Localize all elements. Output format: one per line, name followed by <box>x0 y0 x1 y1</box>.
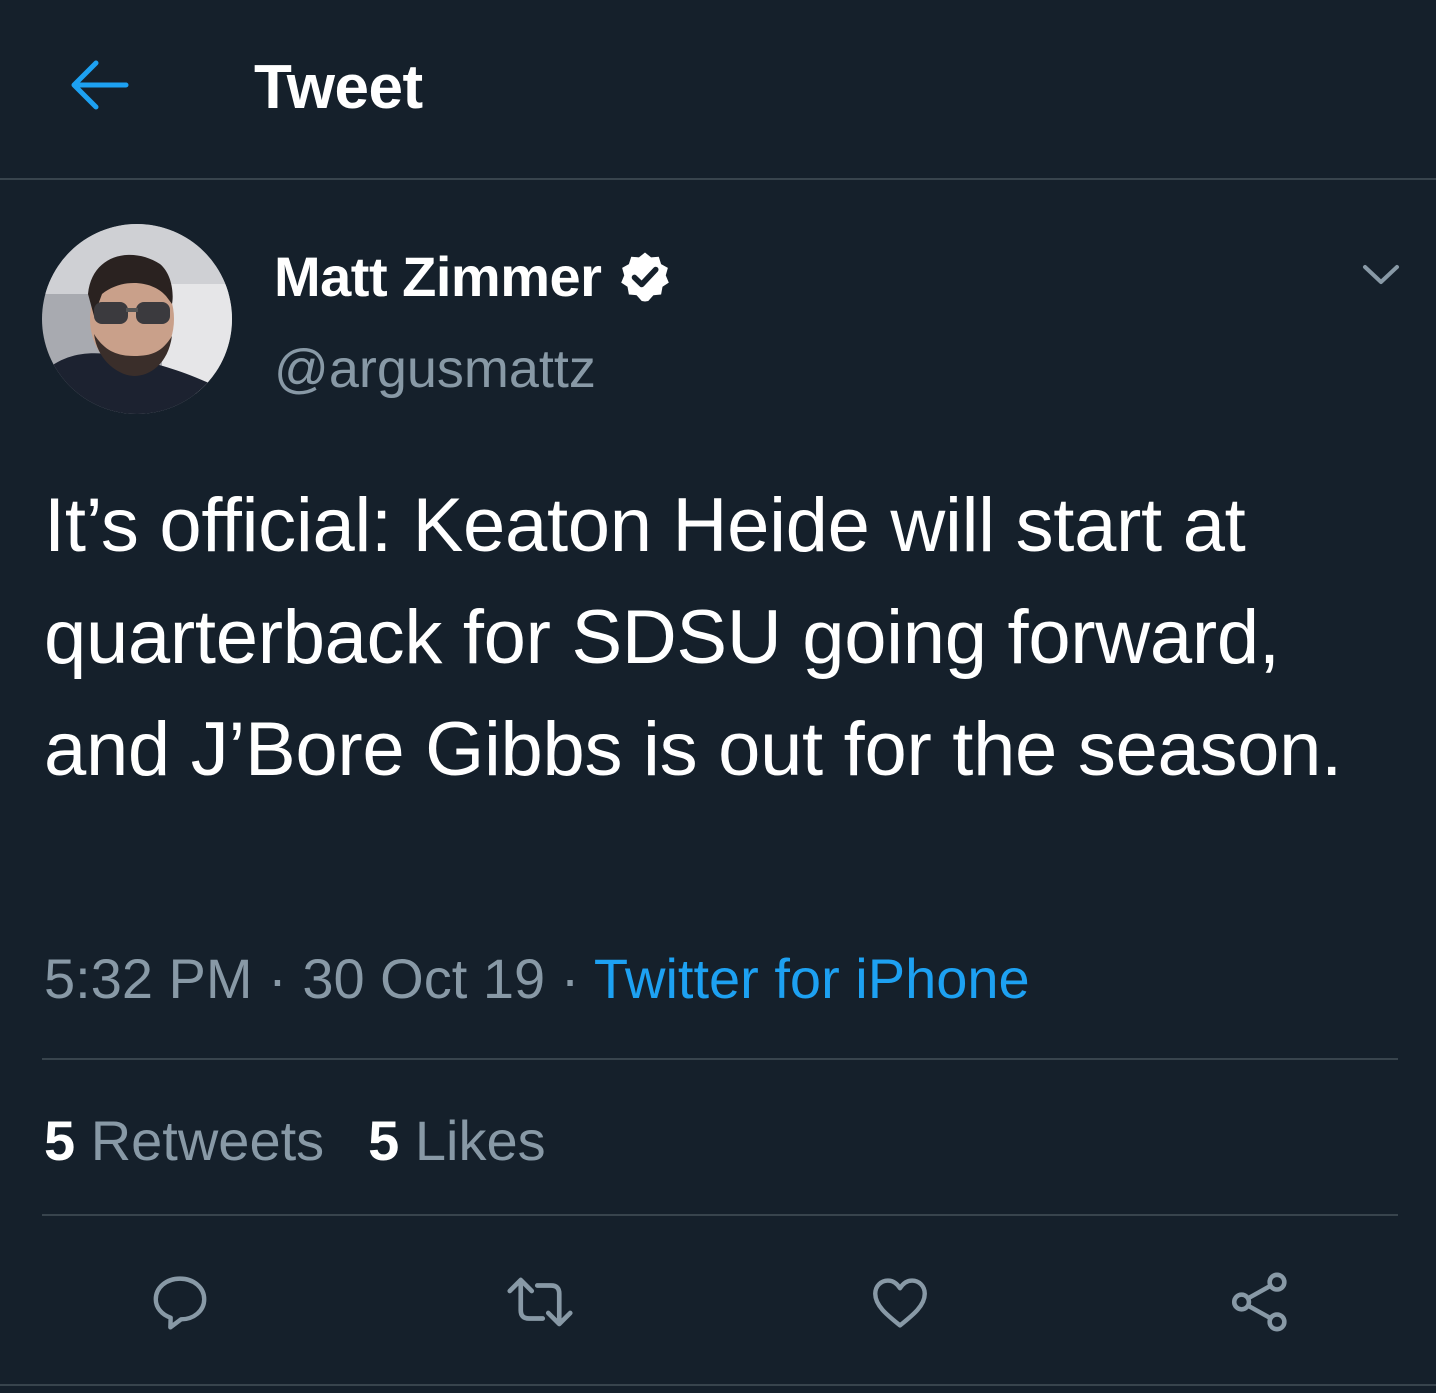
meta-separator: · <box>545 947 594 1010</box>
reply-button[interactable] <box>140 1262 220 1342</box>
tweet-source-link[interactable]: Twitter for iPhone <box>594 947 1030 1010</box>
tweet-date: 30 Oct 19 <box>302 947 546 1010</box>
divider <box>42 1058 1398 1060</box>
author-name-text: Matt Zimmer <box>274 245 602 308</box>
tweet-meta: 5:32 PM · 30 Oct 19 · Twitter for iPhone <box>44 944 1030 1014</box>
page-title: Tweet <box>254 53 423 122</box>
reply-icon <box>153 1276 207 1330</box>
avatar[interactable] <box>42 224 232 414</box>
likes-stat[interactable]: 5 Likes <box>368 1109 545 1172</box>
retweets-label: Retweets <box>90 1109 325 1172</box>
author-name[interactable]: Matt Zimmer <box>274 242 673 312</box>
chevron-down-icon <box>1363 265 1399 284</box>
more-options-button[interactable] <box>1346 250 1416 300</box>
arrow-left-icon <box>71 60 129 110</box>
retweets-count: 5 <box>44 1109 76 1172</box>
share-button[interactable] <box>1220 1262 1300 1342</box>
divider <box>42 1214 1398 1216</box>
tweet-time: 5:32 PM <box>44 947 253 1010</box>
meta-separator: · <box>252 947 303 1010</box>
author-handle[interactable]: @argusmattz <box>274 334 596 404</box>
like-button[interactable] <box>860 1262 940 1342</box>
back-button[interactable] <box>64 50 134 120</box>
likes-label: Likes <box>414 1109 546 1172</box>
likes-count: 5 <box>368 1109 400 1172</box>
retweets-stat[interactable]: 5 Retweets <box>44 1109 324 1172</box>
retweet-button[interactable] <box>500 1262 580 1342</box>
tweet-text: It’s official: Keaton Heide will start a… <box>44 483 1342 792</box>
profile-photo <box>42 224 232 414</box>
tweet-stats: 5 Retweets 5 Likes <box>44 1106 546 1176</box>
share-icon <box>1231 1272 1287 1332</box>
top-bar: Tweet <box>0 0 1436 180</box>
bottom-divider <box>0 1384 1436 1386</box>
verified-badge-icon <box>617 249 673 305</box>
retweet-icon <box>507 1277 573 1327</box>
like-icon <box>873 1278 927 1328</box>
